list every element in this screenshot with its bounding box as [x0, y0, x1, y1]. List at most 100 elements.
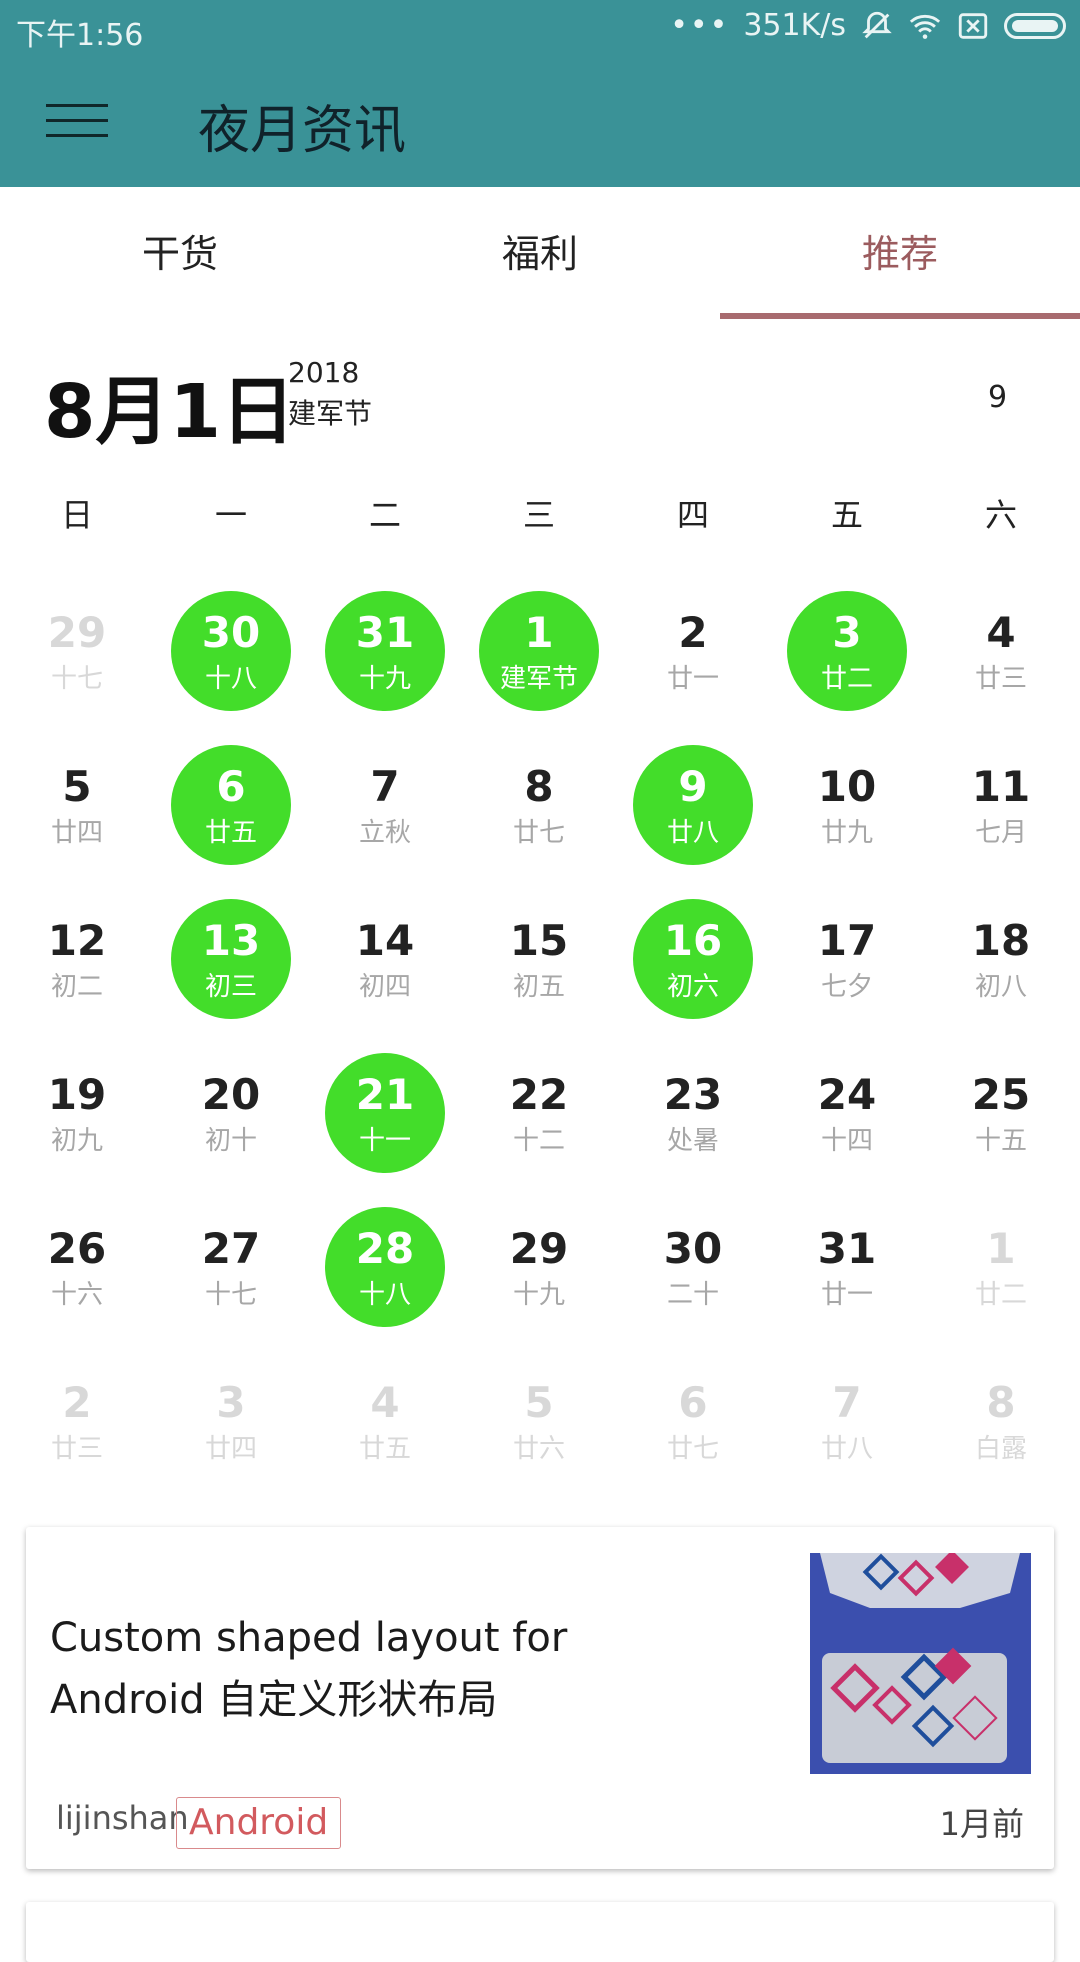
lunar-date: 七月: [974, 818, 1027, 848]
calendar-day[interactable]: 10 廿九: [770, 744, 924, 898]
calendar-day[interactable]: 2 廿三: [0, 1360, 154, 1514]
lunar-date: 十四: [820, 1126, 873, 1156]
day-number: 18: [971, 916, 1031, 965]
article-card-next[interactable]: [26, 1902, 1054, 1962]
calendar-day[interactable]: 19 初九: [0, 1052, 154, 1206]
day-number: 8: [524, 762, 554, 811]
day-number: 28: [355, 1224, 415, 1273]
lunar-date: 初十: [204, 1126, 257, 1156]
article-card[interactable]: Custom shaped layout for Android 自定义形状布局…: [26, 1527, 1054, 1869]
day-number: 26: [47, 1224, 107, 1273]
lunar-date: 廿二: [974, 1280, 1027, 1310]
calendar-day[interactable]: 27 十七: [154, 1206, 308, 1360]
calendar-day[interactable]: 16 初六: [616, 898, 770, 1052]
calendar-day[interactable]: 30 二十: [616, 1206, 770, 1360]
app-bar: 夜月资讯: [0, 58, 1080, 187]
tab-tuijian[interactable]: 推荐: [720, 187, 1080, 319]
day-number: 12: [47, 916, 107, 965]
lunar-date: 初六: [666, 972, 719, 1002]
calendar-day[interactable]: 1 建军节: [462, 590, 616, 744]
day-number: 30: [663, 1224, 723, 1273]
lunar-date: 廿一: [666, 664, 719, 694]
calendar-day[interactable]: 5 廿四: [0, 744, 154, 898]
lunar-date: 十一: [358, 1126, 411, 1156]
calendar-day[interactable]: 20 初十: [154, 1052, 308, 1206]
weekday-label: 四: [676, 496, 709, 534]
day-number: 11: [971, 762, 1031, 811]
day-number: 6: [678, 1378, 708, 1427]
day-number: 10: [817, 762, 877, 811]
calendar-day[interactable]: 4 廿五: [308, 1360, 462, 1514]
day-number: 4: [370, 1378, 400, 1427]
lunar-date: 廿五: [358, 1434, 411, 1464]
day-number: 5: [524, 1378, 554, 1427]
calendar-day[interactable]: 15 初五: [462, 898, 616, 1052]
calendar-day[interactable]: 13 初三: [154, 898, 308, 1052]
calendar-day[interactable]: 7 廿八: [770, 1360, 924, 1514]
day-number: 31: [817, 1224, 877, 1273]
status-icons: ••• 351K/s: [670, 8, 1066, 43]
calendar-day[interactable]: 6 廿五: [154, 744, 308, 898]
lunar-date: 初三: [204, 972, 257, 1002]
day-number: 17: [817, 916, 877, 965]
lunar-date: 十七: [50, 664, 103, 694]
calendar-day[interactable]: 8 白露: [924, 1360, 1078, 1514]
menu-icon[interactable]: [46, 98, 108, 144]
calendar-day[interactable]: 1 廿二: [924, 1206, 1078, 1360]
calendar-day[interactable]: 17 七夕: [770, 898, 924, 1052]
calendar-day[interactable]: 8 廿七: [462, 744, 616, 898]
calendar-day[interactable]: 29 十九: [462, 1206, 616, 1360]
calendar-day[interactable]: 21 十一: [308, 1052, 462, 1206]
article-author: lijinshan: [56, 1799, 189, 1837]
lunar-date: 廿一: [820, 1280, 873, 1310]
weekday-label: 六: [984, 496, 1017, 534]
calendar-day[interactable]: 2 廿一: [616, 590, 770, 744]
today-button[interactable]: 9: [988, 380, 1007, 415]
calendar-day[interactable]: 6 廿七: [616, 1360, 770, 1514]
weekday-label: 二: [368, 496, 401, 534]
calendar-day[interactable]: 24 十四: [770, 1052, 924, 1206]
lunar-date: 二十: [666, 1280, 719, 1310]
calendar-day[interactable]: 11 七月: [924, 744, 1078, 898]
calendar-day[interactable]: 25 十五: [924, 1052, 1078, 1206]
calendar-day[interactable]: 9 廿八: [616, 744, 770, 898]
day-number: 2: [62, 1378, 92, 1427]
lunar-date: 十七: [204, 1280, 257, 1310]
lunar-date: 初九: [50, 1126, 103, 1156]
calendar-day[interactable]: 7 立秋: [308, 744, 462, 898]
calendar-day[interactable]: 29 十七: [0, 590, 154, 744]
day-number: 22: [509, 1070, 569, 1119]
calendar-day[interactable]: 23 处暑: [616, 1052, 770, 1206]
calendar-day[interactable]: 28 十八: [308, 1206, 462, 1360]
calendar-day[interactable]: 31 十九: [308, 590, 462, 744]
network-speed: 351K/s: [743, 8, 846, 43]
calendar-day[interactable]: 3 廿二: [770, 590, 924, 744]
lunar-date: 廿七: [512, 818, 565, 848]
day-number: 16: [663, 916, 723, 965]
calendar-day[interactable]: 30 十八: [154, 590, 308, 744]
calendar-day[interactable]: 12 初二: [0, 898, 154, 1052]
article-time: 1月前: [939, 1805, 1024, 1843]
tab-fuli[interactable]: 福利: [360, 187, 720, 319]
calendar-day[interactable]: 3 廿四: [154, 1360, 308, 1514]
calendar-day[interactable]: 14 初四: [308, 898, 462, 1052]
calendar-day[interactable]: 4 廿三: [924, 590, 1078, 744]
calendar-day[interactable]: 31 廿一: [770, 1206, 924, 1360]
silent-bell-icon: [862, 11, 892, 38]
calendar-day[interactable]: 26 十六: [0, 1206, 154, 1360]
day-number: 31: [355, 608, 415, 657]
calendar-day[interactable]: 5 廿六: [462, 1360, 616, 1514]
calendar-day[interactable]: 22 十二: [462, 1052, 616, 1206]
article-tag[interactable]: Android: [176, 1797, 342, 1849]
tab-ganhuo[interactable]: 干货: [0, 187, 360, 319]
day-number: 9: [678, 762, 708, 811]
day-number: 20: [201, 1070, 261, 1119]
lunar-date: 初四: [358, 972, 411, 1002]
lunar-date: 初二: [50, 972, 103, 1002]
day-number: 21: [355, 1070, 415, 1119]
calendar-day[interactable]: 18 初八: [924, 898, 1078, 1052]
lunar-date: 立秋: [358, 818, 411, 848]
lunar-date: 廿二: [820, 664, 873, 694]
selected-festival: 建军节: [288, 397, 373, 430]
lunar-date: 十八: [358, 1280, 411, 1310]
